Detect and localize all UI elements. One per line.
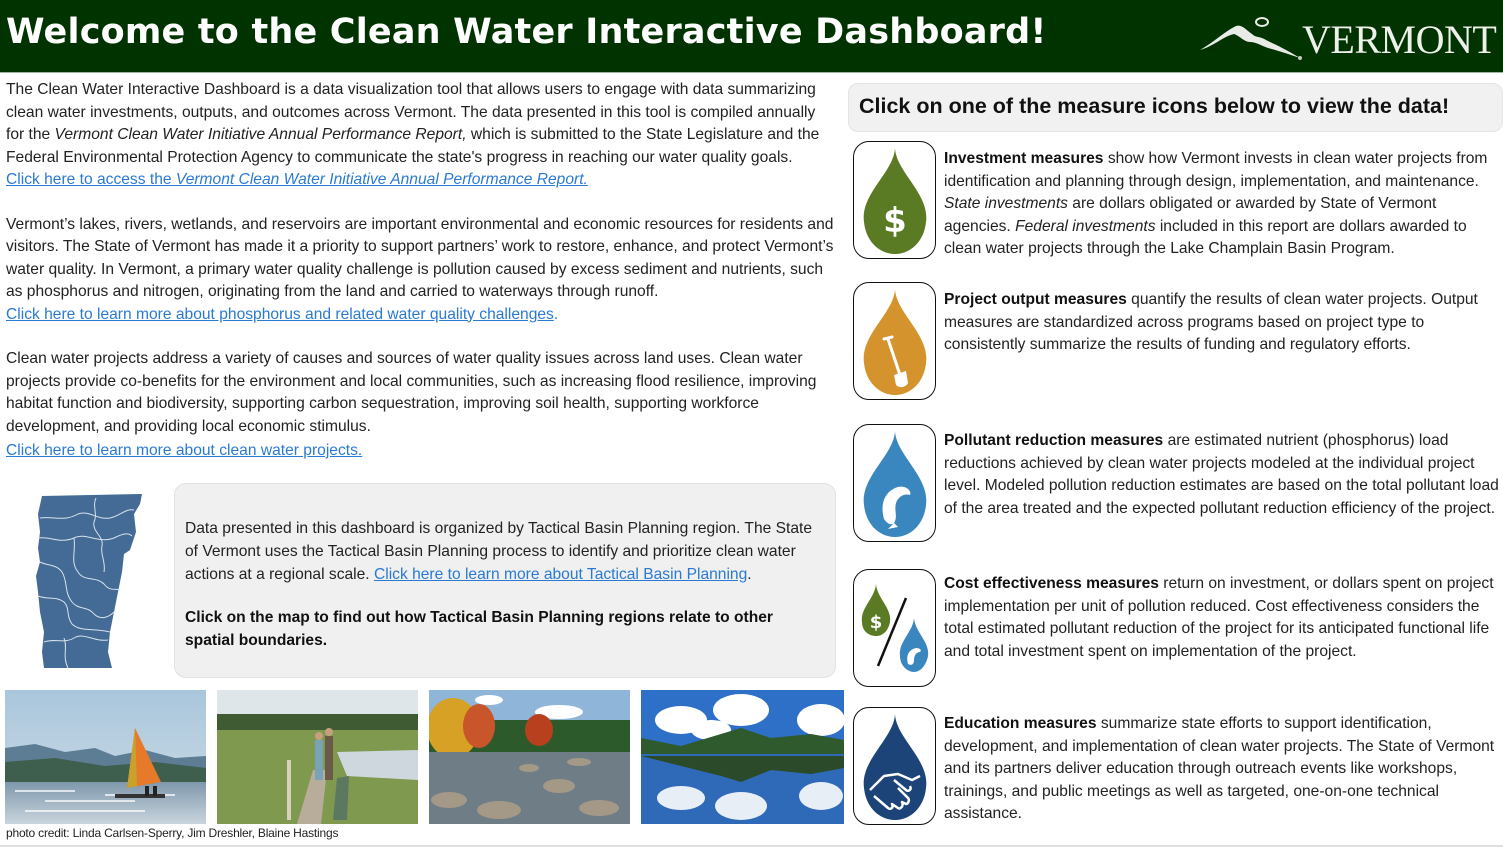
logo-text: VERMONT bbox=[1302, 17, 1497, 62]
shovel-drop-icon bbox=[863, 289, 927, 395]
map-instruction: Click on the map to find out how Tactica… bbox=[185, 609, 774, 649]
wetland-boardwalk-photo bbox=[217, 690, 418, 824]
education-measure-description: Education measures summarize state effor… bbox=[944, 715, 1495, 823]
phosphorus-link[interactable]: Click here to learn more about phosphoru… bbox=[6, 306, 554, 323]
education-measure-button[interactable] bbox=[853, 707, 936, 825]
header-banner: Welcome to the Clean Water Interactive D… bbox=[0, 0, 1503, 73]
project-output-measure-description: Project output measures quantify the res… bbox=[944, 291, 1478, 354]
fish-drop-icon bbox=[863, 431, 927, 537]
basin-description: Data presented in this dashboard is orga… bbox=[185, 520, 813, 583]
pollutant-reduction-measure-button[interactable] bbox=[853, 424, 936, 542]
basin-info-panel: Data presented in this dashboard is orga… bbox=[174, 483, 836, 678]
cost-effectiveness-measure-description: Cost effectiveness measures return on in… bbox=[944, 575, 1494, 660]
photo-credit: photo credit: Linda Carlsen-Sperry, Jim … bbox=[6, 826, 339, 840]
svg-text:$: $ bbox=[870, 612, 883, 633]
dollar-drop-icon: $ bbox=[863, 148, 927, 254]
page-title: Welcome to the Clean Water Interactive D… bbox=[6, 12, 1047, 52]
investment-measure-button[interactable]: $ bbox=[853, 141, 936, 259]
intro-paragraph-3: Clean water projects address a variety o… bbox=[6, 348, 836, 463]
intro-section: The Clean Water Interactive Dashboard is… bbox=[6, 79, 836, 463]
measures-heading: Click on one of the measure icons below … bbox=[848, 83, 1503, 132]
handshake-drop-icon bbox=[863, 714, 927, 820]
autumn-river-photo bbox=[429, 690, 630, 824]
svg-text:$: $ bbox=[883, 201, 907, 241]
cost-effectiveness-measure-button[interactable]: $ bbox=[853, 569, 936, 687]
vermont-logo[interactable]: VERMONT bbox=[1196, 12, 1497, 62]
investment-measure-description: Investment measures show how Vermont inv… bbox=[944, 150, 1488, 258]
clean-water-projects-link[interactable]: Click here to learn more about clean wat… bbox=[6, 440, 362, 463]
mountain-logo-icon bbox=[1200, 17, 1302, 60]
vermont-map-icon bbox=[36, 494, 142, 669]
tactical-basin-planning-link[interactable]: Click here to learn more about Tactical … bbox=[374, 566, 747, 583]
project-output-measure-button[interactable] bbox=[853, 282, 936, 400]
photo-strip bbox=[5, 690, 845, 825]
intro-paragraph-2: Vermont’s lakes, rivers, wetlands, and r… bbox=[6, 215, 834, 323]
performance-report-link[interactable]: Click here to access the Vermont Clean W… bbox=[6, 171, 588, 188]
pollutant-reduction-measure-description: Pollutant reduction measures are estimat… bbox=[944, 432, 1499, 517]
sailboat-lake-photo bbox=[5, 690, 206, 824]
vermont-basin-map[interactable] bbox=[34, 492, 146, 670]
intro-paragraph-1: The Clean Water Interactive Dashboard is… bbox=[6, 81, 820, 188]
mountain-lake-reflection-photo bbox=[641, 690, 844, 824]
cost-effectiveness-icon: $ bbox=[861, 584, 929, 672]
